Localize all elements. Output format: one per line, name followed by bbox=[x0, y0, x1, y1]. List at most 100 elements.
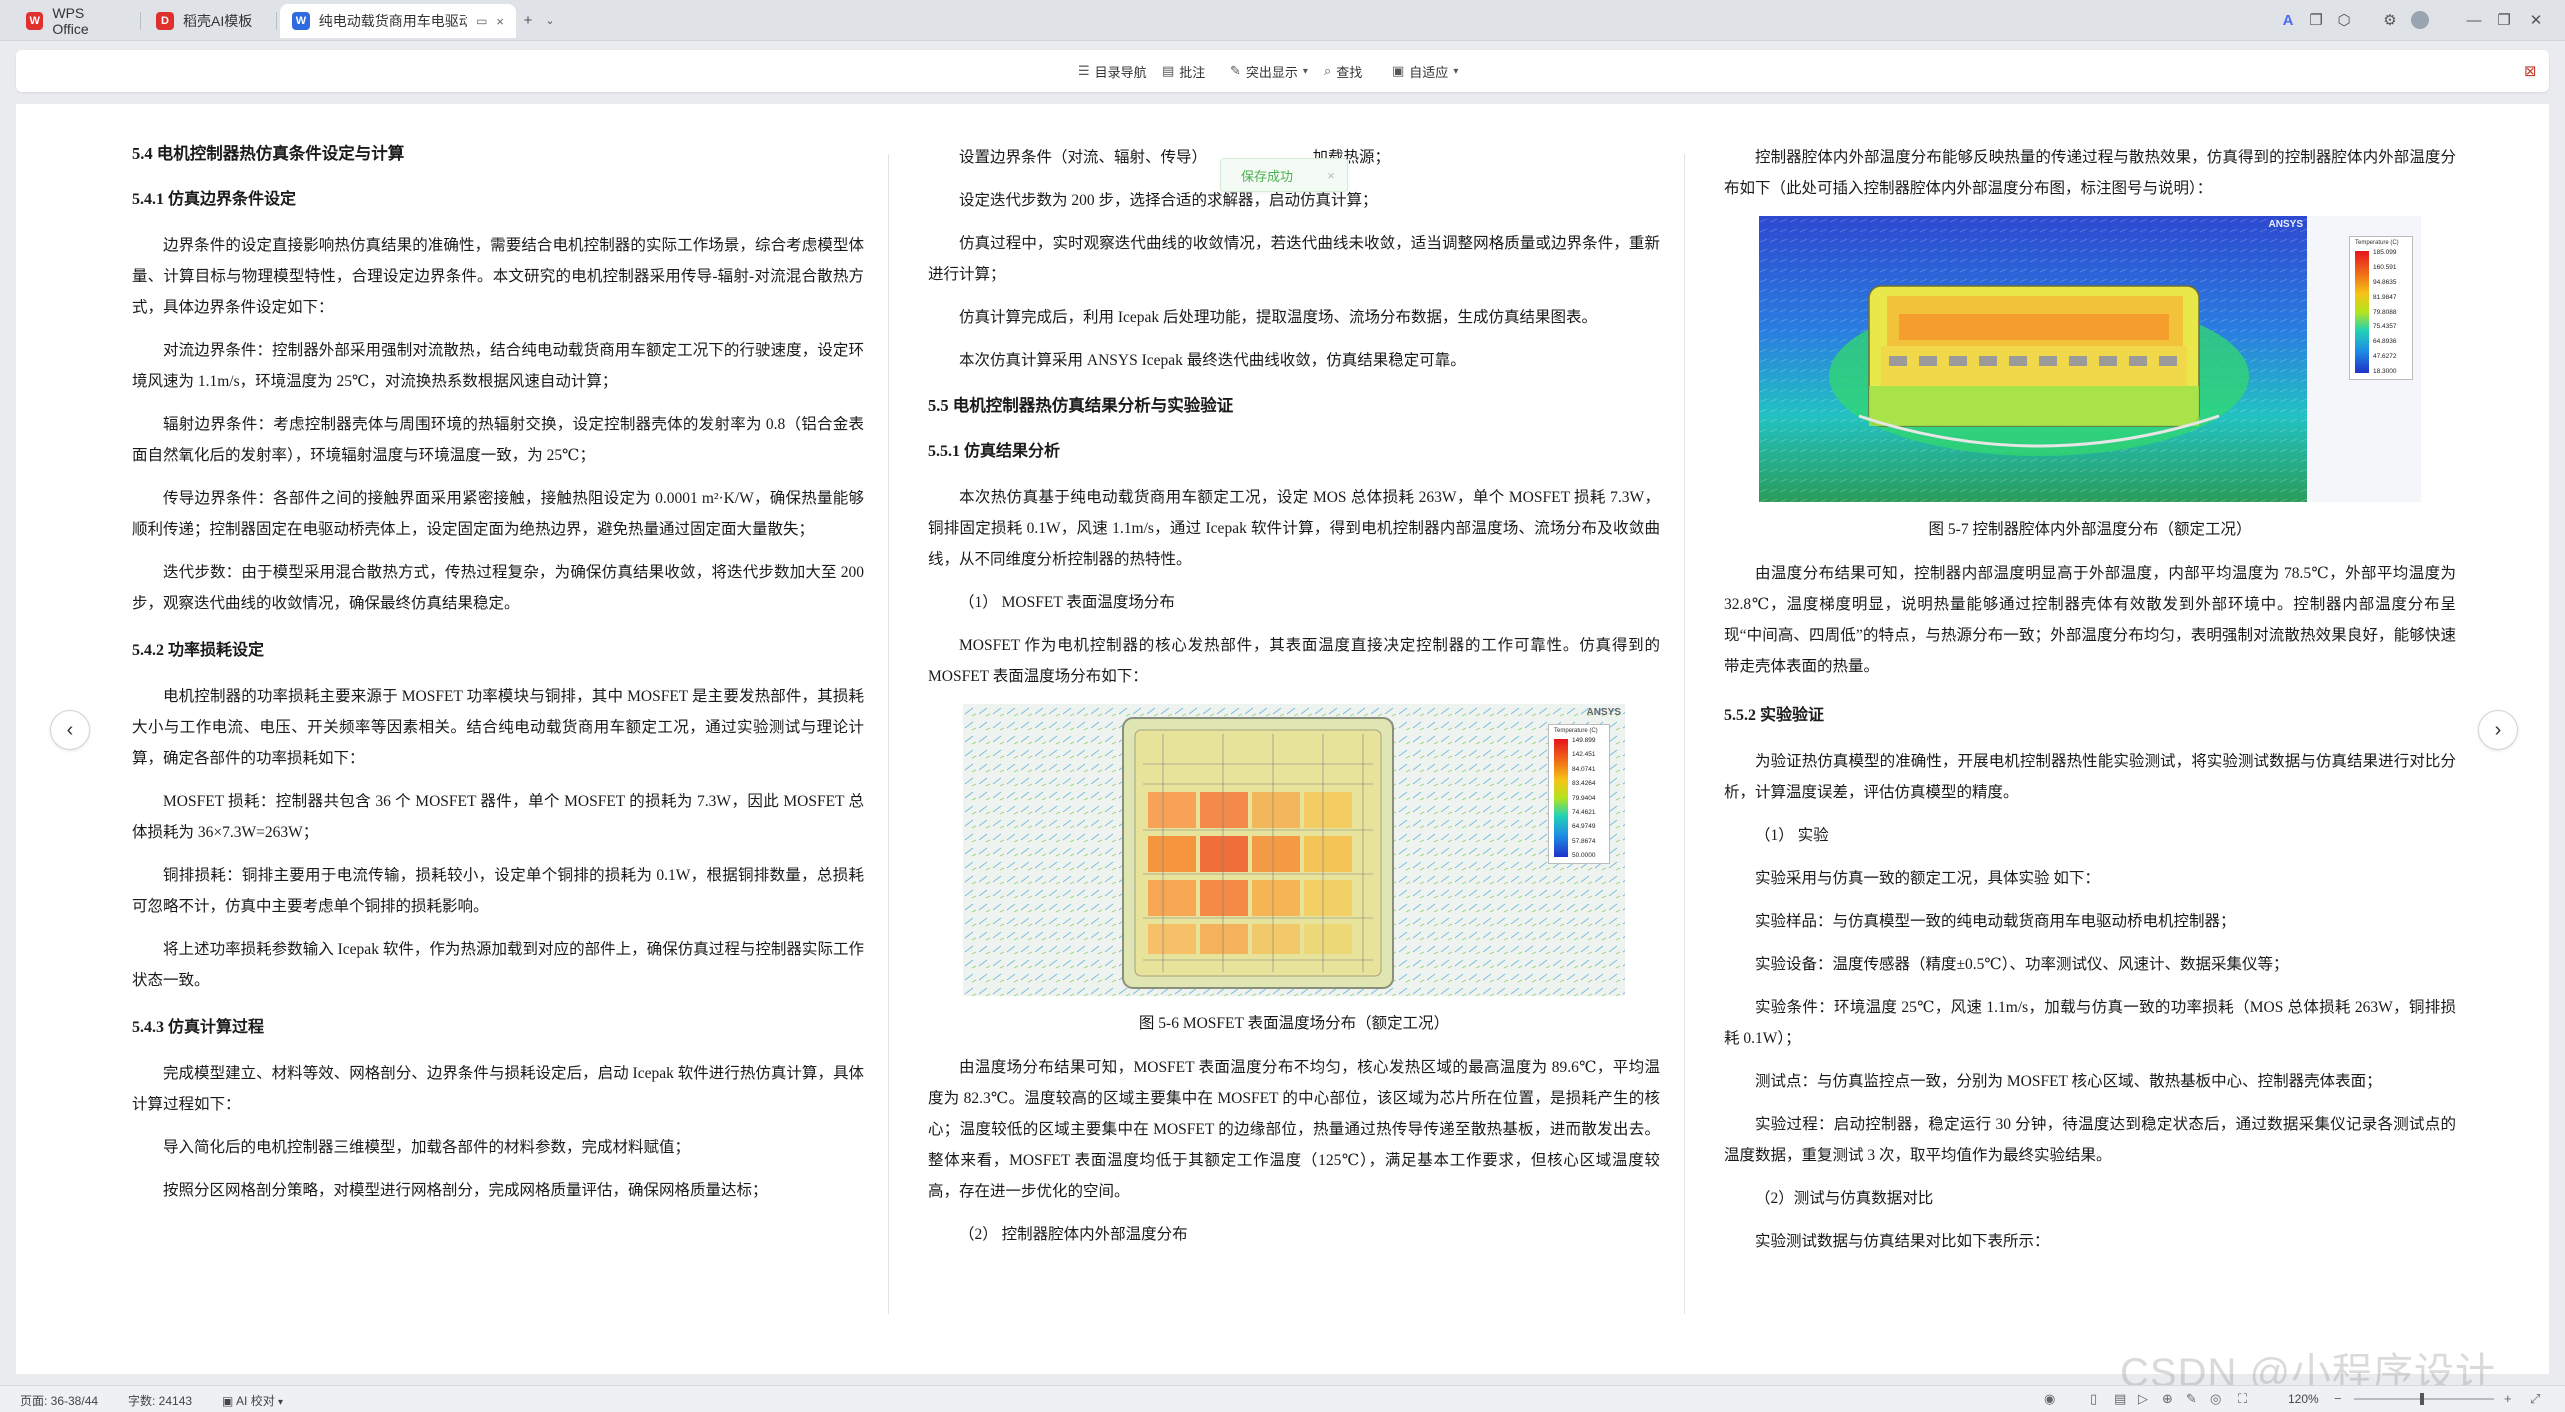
exit-reading-icon[interactable]: ⊠ bbox=[2524, 61, 2537, 81]
chevron-down-icon: ▾ bbox=[278, 1397, 284, 1408]
paragraph: 电机控制器的功率损耗主要来源于 MOSFET 功率模块与铜排，其中 MOSFET… bbox=[132, 688, 864, 767]
column-2: 设置边界条件（对流、辐射、传导），加载热源； 设定迭代步数为 200 步，选择合… bbox=[928, 142, 1660, 1262]
eye-protect-icon[interactable]: ◎ bbox=[2210, 1391, 2221, 1407]
legend-title: Temperature (C) bbox=[1554, 728, 1598, 734]
find-button[interactable]: ⌕ 查找 bbox=[1324, 61, 1362, 81]
zoom-out-icon[interactable]: − bbox=[2334, 1391, 2342, 1406]
paragraph: 完成模型建立、材料等效、网格剖分、边界条件与损耗设定后，启动 Icepak 软件… bbox=[132, 1065, 864, 1113]
paragraph: 传导边界条件：各部件之间的接触界面采用紧密接触，接触热阻设定为 0.0001 m… bbox=[132, 490, 864, 538]
mosfet-temperature-plot bbox=[963, 704, 1625, 996]
cavity-temperature-figure: ANSYS Temperature (C) 185.099 160.591 94… bbox=[1759, 216, 2421, 502]
paragraph: 辐射边界条件：考虑控制器壳体与周围环境的热辐射交换，设定控制器壳体的发射率为 0… bbox=[132, 416, 864, 464]
outline-view-icon[interactable]: ▤ bbox=[2114, 1391, 2126, 1407]
pen-icon[interactable]: ✎ bbox=[2186, 1391, 2197, 1407]
legend-value: 160.591 bbox=[2373, 263, 2397, 271]
docer-logo-icon: D bbox=[156, 12, 174, 30]
reading-toolbar: ☰ 目录导航 ▤ 批注 ✎ 突出显示 ▾ ⌕ 查找 ▣ 自适应 ▾ ⊠ bbox=[16, 50, 2549, 92]
close-toast-icon[interactable]: × bbox=[1327, 168, 1335, 183]
paragraph: 实验测试数据与仿真结果对比如下表所示： bbox=[1755, 1233, 2050, 1250]
list-icon: ☰ bbox=[1078, 63, 1090, 78]
eye-icon[interactable]: ◉ bbox=[2044, 1391, 2055, 1407]
next-page-button[interactable]: › bbox=[2478, 710, 2518, 750]
figure-caption: 图 5-6 MOSFET 表面温度场分布（额定工况） bbox=[1138, 1015, 1450, 1032]
gear-icon[interactable]: ⚙ bbox=[2380, 10, 2400, 30]
zoom-slider-handle[interactable] bbox=[2420, 1393, 2424, 1405]
paragraph: 导入简化后的电机控制器三维模型，加载各部件的材料参数，完成材料赋值； bbox=[163, 1139, 691, 1156]
window-icon[interactable]: ❐ bbox=[2306, 10, 2326, 30]
paragraph: MOSFET 损耗：控制器共包含 36 个 MOSFET 器件，单个 MOSFE… bbox=[132, 793, 864, 841]
toc-nav-button[interactable]: ☰ 目录导航 bbox=[1078, 61, 1147, 81]
chevron-down-icon: ▾ bbox=[1453, 65, 1459, 77]
word-count[interactable]: 字数: 24143 bbox=[128, 1392, 192, 1409]
new-tab-icon[interactable]: + bbox=[518, 10, 538, 30]
list-item: （2）测试与仿真数据对比 bbox=[1755, 1190, 1934, 1207]
paragraph: 本次热仿真基于纯电动载货商用车额定工况，设定 MOS 总体损耗 263W，单个 … bbox=[928, 489, 1660, 568]
heading-5-5-2: 5.5.2 实验验证 bbox=[1724, 707, 1825, 724]
tab-separator bbox=[140, 12, 141, 30]
avatar[interactable] bbox=[2408, 10, 2432, 30]
column-divider bbox=[888, 154, 889, 1314]
title-bar: W WPS Office D 稻壳AI模板 W 纯电动载货商用车电驱动桥 ▭ ×… bbox=[0, 0, 2565, 41]
tab-docer-templates[interactable]: D 稻壳AI模板 bbox=[144, 4, 270, 38]
heading-5-5: 5.5 电机控制器热仿真结果分析与实验验证 bbox=[928, 396, 1234, 415]
cube-icon[interactable]: ⬡ bbox=[2334, 10, 2354, 30]
paragraph: 对流边界条件：控制器外部采用强制对流散热，结合纯电动载货商用车额定工况下的行驶速… bbox=[132, 342, 864, 390]
cavity-temperature-plot bbox=[1759, 216, 2421, 502]
minimize-icon[interactable]: — bbox=[2464, 10, 2484, 30]
monitor-icon[interactable]: ▭ bbox=[476, 14, 487, 28]
legend-values: 185.099 160.591 94.8635 81.9847 79.8088 … bbox=[2373, 249, 2397, 375]
fullscreen-icon[interactable]: ⤢ bbox=[2530, 1391, 2540, 1407]
column-divider bbox=[1684, 154, 1685, 1314]
legend-value: 74.4621 bbox=[1572, 808, 1596, 816]
play-icon[interactable]: ▷ bbox=[2138, 1391, 2148, 1407]
highlight-pen-icon: ✎ bbox=[1230, 63, 1241, 78]
highlight-button[interactable]: ✎ 突出显示 ▾ bbox=[1230, 61, 1308, 81]
highlight-label: 突出显示 bbox=[1245, 64, 1298, 80]
paragraph: 由温度场分布结果可知，MOSFET 表面温度分布不均匀，核心发热区域的最高温度为… bbox=[928, 1059, 1660, 1200]
legend-value: 57.8674 bbox=[1572, 837, 1596, 845]
previous-page-button[interactable]: ‹ bbox=[50, 710, 90, 750]
figure-caption: 图 5-7 控制器腔体内外部温度分布（额定工况） bbox=[1928, 521, 2252, 538]
ai-icon[interactable]: A bbox=[2278, 10, 2298, 30]
heading-5-4-2: 5.4.2 功率损耗设定 bbox=[132, 642, 265, 659]
save-success-toast: 保存成功 × bbox=[1220, 158, 1348, 192]
zoom-slider[interactable] bbox=[2354, 1398, 2494, 1400]
list-item: （1） MOSFET 表面温度场分布 bbox=[959, 594, 1175, 611]
zoom-in-icon[interactable]: + bbox=[2504, 1391, 2512, 1406]
fit-page-icon: ▣ bbox=[1392, 63, 1405, 78]
paragraph: 控制器腔体内外部温度分布能够反映热量的传递过程与散热效果，仿真得到的控制器腔体内… bbox=[1724, 149, 2456, 197]
chevron-down-icon[interactable]: ⌄ bbox=[540, 10, 560, 30]
legend-value: 81.9847 bbox=[2373, 293, 2397, 301]
search-icon: ⌕ bbox=[1324, 63, 1332, 78]
temperature-legend: Temperature (C) 185.099 160.591 94.8635 … bbox=[2349, 236, 2413, 380]
legend-value: 47.6272 bbox=[2373, 353, 2397, 361]
tab-wps-office[interactable]: W WPS Office bbox=[14, 4, 134, 38]
column-1: 5.4 电机控制器热仿真条件设定与计算 5.4.1 仿真边界条件设定 边界条件的… bbox=[132, 142, 864, 1218]
ai-proofread-button[interactable]: ▣ AI 校对 ▾ bbox=[222, 1392, 283, 1409]
close-window-icon[interactable]: ✕ bbox=[2526, 10, 2546, 30]
page-indicator[interactable]: 页面: 36-38/44 bbox=[20, 1392, 98, 1409]
toast-text: 保存成功 bbox=[1241, 168, 1294, 184]
paragraph: 实验过程：启动控制器，稳定运行 30 分钟，待温度达到稳定状态后，通过数据采集仪… bbox=[1724, 1116, 2456, 1164]
tab-document[interactable]: W 纯电动载货商用车电驱动桥 ▭ × bbox=[280, 4, 516, 38]
fit-icon[interactable]: ⛶ bbox=[2238, 1391, 2247, 1407]
page-view-icon[interactable]: ▯ bbox=[2090, 1391, 2097, 1407]
comment-button[interactable]: ▤ 批注 bbox=[1162, 61, 1205, 81]
legend-value: 75.4357 bbox=[2373, 323, 2397, 331]
restore-icon[interactable]: ❐ bbox=[2494, 10, 2514, 30]
legend-value: 142.451 bbox=[1572, 751, 1596, 759]
legend-color-bar bbox=[1554, 739, 1568, 857]
legend-value: 64.8936 bbox=[2373, 338, 2397, 346]
web-view-icon[interactable]: ⊕ bbox=[2162, 1391, 2173, 1407]
close-tab-icon[interactable]: × bbox=[496, 14, 504, 29]
list-item: （2） 控制器腔体内外部温度分布 bbox=[959, 1226, 1188, 1243]
zoom-level[interactable]: 120% bbox=[2288, 1392, 2319, 1406]
paragraph: 将上述功率损耗参数输入 Icepak 软件，作为热源加载到对应的部件上，确保仿真… bbox=[132, 941, 864, 989]
autofit-button[interactable]: ▣ 自适应 ▾ bbox=[1392, 61, 1458, 81]
legend-value: 185.099 bbox=[2373, 249, 2397, 256]
heading-5-4-1: 5.4.1 仿真边界条件设定 bbox=[132, 191, 297, 208]
document-page: 5.4 电机控制器热仿真条件设定与计算 5.4.1 仿真边界条件设定 边界条件的… bbox=[16, 104, 2549, 1374]
paragraph: 实验采用与仿真一致的额定工况，具体实验 如下： bbox=[1755, 870, 2100, 887]
paragraph: 铜排损耗：铜排主要用于电流传输，损耗较小，设定单个铜排的损耗为 0.1W，根据铜… bbox=[132, 867, 864, 915]
paragraph: 边界条件的设定直接影响热仿真结果的准确性，需要结合电机控制器的实际工作场景，综合… bbox=[132, 237, 864, 316]
